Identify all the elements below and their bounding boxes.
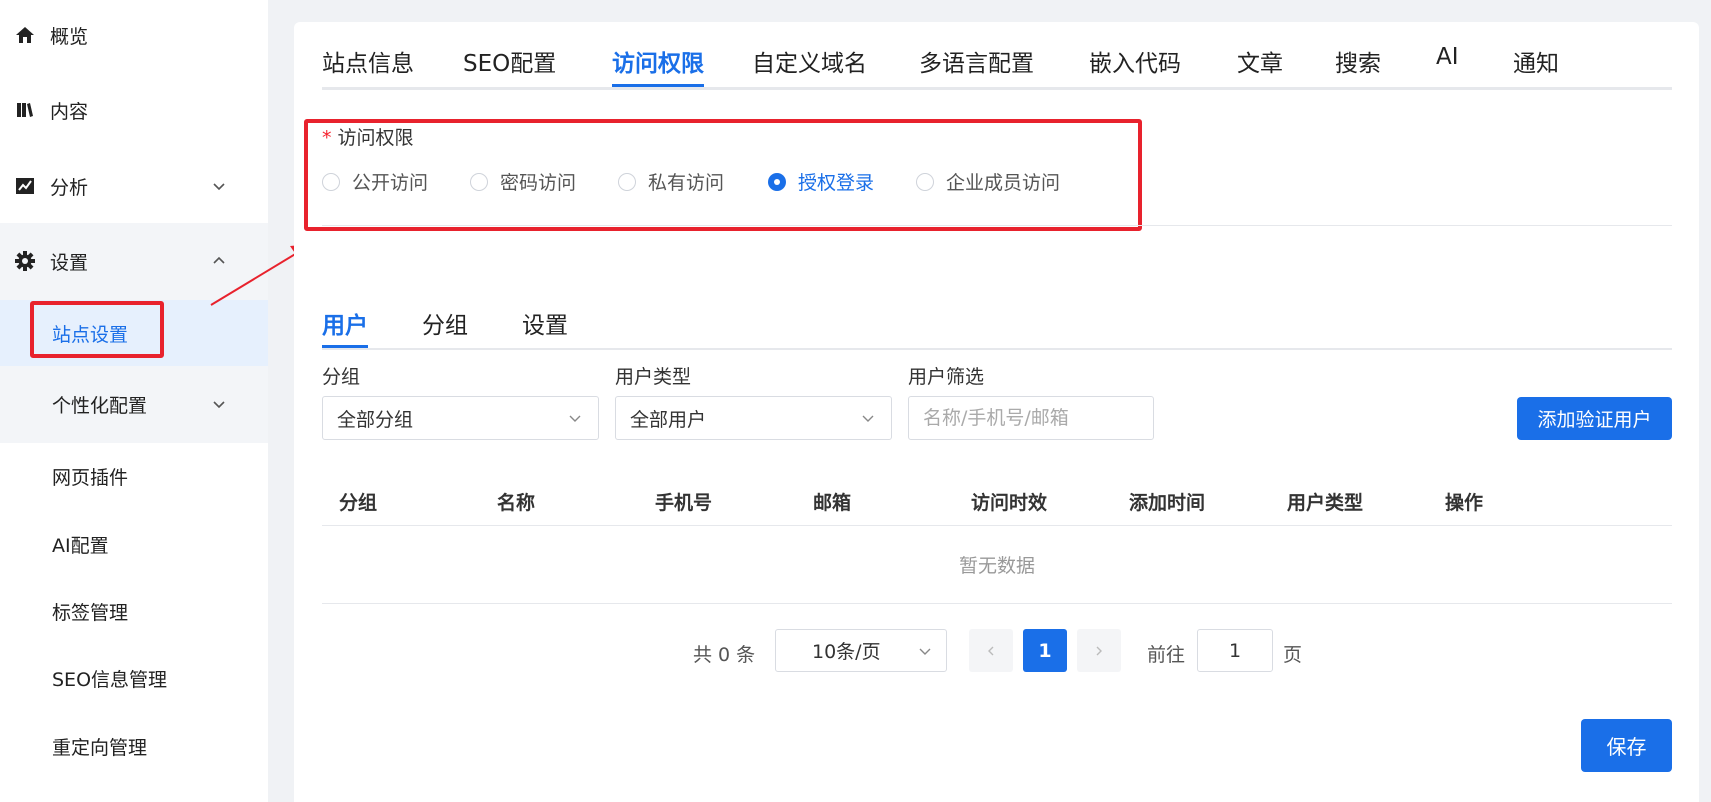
radio-circle[interactable]	[768, 172, 786, 191]
prev-page-button[interactable]	[969, 629, 1013, 672]
page-size-value: 10条/页	[812, 641, 881, 663]
tab-multilang[interactable]: 多语言配置	[919, 44, 1034, 78]
radio-circle[interactable]	[618, 172, 636, 191]
table-header: 分组 名称 手机号 邮箱 访问时效 添加时间 用户类型 操作	[322, 476, 1672, 526]
search-filter-label: 用户筛选	[908, 366, 985, 388]
chevron-right-icon	[1093, 645, 1105, 657]
radio-circle[interactable]	[916, 172, 934, 191]
sidebar-item-tag-management[interactable]: 标签管理	[0, 578, 268, 644]
chevron-down-icon	[916, 642, 934, 660]
sidebar-item-seo-info[interactable]: SEO信息管理	[0, 645, 268, 711]
group-select-value: 全部分组	[337, 408, 414, 431]
divider	[322, 225, 1672, 226]
tab-notify[interactable]: 通知	[1513, 44, 1559, 78]
user-search-input[interactable]	[908, 396, 1154, 440]
user-type-select-value: 全部用户	[630, 408, 707, 431]
type-filter-label: 用户类型	[615, 366, 692, 388]
goto-page-input[interactable]	[1197, 629, 1273, 672]
tab-embed-code[interactable]: 嵌入代码	[1089, 44, 1181, 78]
sidebar-item-label: 标签管理	[52, 601, 129, 624]
column-header: 访问时效	[971, 492, 1048, 514]
active-tab-indicator	[612, 84, 704, 87]
next-page-button[interactable]	[1077, 629, 1121, 672]
chart-icon	[14, 175, 36, 197]
column-header: 用户类型	[1287, 492, 1364, 514]
column-header: 添加时间	[1129, 492, 1206, 514]
tab-articles[interactable]: 文章	[1237, 44, 1283, 78]
sidebar-item-label: 概览	[50, 25, 89, 48]
radio-enterprise-members[interactable]: 企业成员访问	[916, 168, 1060, 195]
tab-custom-domain[interactable]: 自定义域名	[752, 44, 867, 78]
radio-label: 私有访问	[648, 172, 725, 194]
sidebar-item-label: SEO信息管理	[52, 668, 168, 691]
page-size-select[interactable]: 10条/页	[775, 629, 947, 672]
required-mark: *	[322, 127, 332, 149]
chevron-down-icon	[859, 409, 877, 427]
tab-ai[interactable]: AI	[1436, 44, 1459, 70]
sidebar-item-personalization[interactable]: 个性化配置	[0, 371, 268, 437]
subtab-groups[interactable]: 分组	[422, 306, 468, 340]
table-empty-state: 暂无数据	[322, 526, 1672, 604]
goto-label: 前往	[1147, 644, 1186, 666]
column-header: 操作	[1445, 492, 1484, 514]
annotation-box-site-settings	[30, 301, 164, 358]
tab-access[interactable]: 访问权限	[612, 44, 704, 78]
column-header: 邮箱	[813, 492, 852, 514]
sidebar-item-label: AI配置	[52, 534, 109, 557]
radio-private[interactable]: 私有访问	[618, 168, 724, 195]
radio-circle[interactable]	[322, 172, 340, 191]
sidebar-item-label: 重定向管理	[52, 736, 148, 759]
home-icon	[14, 24, 36, 46]
radio-label: 企业成员访问	[946, 172, 1061, 194]
tab-search[interactable]: 搜索	[1335, 44, 1381, 78]
group-filter-label: 分组	[322, 366, 361, 388]
save-button[interactable]: 保存	[1581, 719, 1672, 772]
user-type-select[interactable]: 全部用户	[615, 396, 892, 440]
chevron-left-icon	[985, 645, 997, 657]
user-subtabs: 用户 分组 设置	[322, 284, 1672, 350]
chevron-down-icon	[566, 409, 584, 427]
subtab-settings[interactable]: 设置	[522, 306, 568, 340]
sidebar-item-content[interactable]: 内容	[0, 75, 268, 145]
sidebar-item-analytics[interactable]: 分析	[0, 151, 268, 221]
sidebar-item-redirect[interactable]: 重定向管理	[0, 713, 268, 779]
access-label-text: 访问权限	[337, 127, 414, 149]
sidebar-item-web-plugins[interactable]: 网页插件	[0, 443, 268, 509]
book-icon	[14, 99, 36, 121]
column-header: 手机号	[655, 492, 713, 514]
tab-seo[interactable]: SEO配置	[463, 44, 556, 78]
subtab-users[interactable]: 用户	[322, 306, 368, 340]
page-number-current[interactable]: 1	[1023, 629, 1067, 672]
settings-tabs: 站点信息 SEO配置 访问权限 自定义域名 多语言配置 嵌入代码 文章 搜索 A…	[322, 22, 1672, 90]
active-subtab-indicator	[322, 345, 368, 348]
tab-site-info[interactable]: 站点信息	[322, 44, 414, 78]
sidebar-item-overview[interactable]: 概览	[0, 0, 268, 70]
sidebar-item-label: 内容	[50, 100, 89, 123]
radio-public[interactable]: 公开访问	[322, 168, 428, 195]
radio-circle[interactable]	[470, 172, 488, 191]
sidebar-item-ai-config[interactable]: AI配置	[0, 511, 268, 577]
radio-password[interactable]: 密码访问	[470, 168, 576, 195]
sidebar-item-label: 个性化配置	[52, 394, 148, 417]
group-select[interactable]: 全部分组	[322, 396, 599, 440]
sidebar-item-label: 网页插件	[52, 466, 129, 489]
sidebar-item-label: 设置	[50, 251, 89, 274]
access-radio-group: 公开访问 密码访问 私有访问 授权登录 企业成员访问	[322, 168, 1322, 198]
access-label: * 访问权限	[322, 123, 414, 150]
radio-label: 密码访问	[500, 172, 577, 194]
page-suffix: 页	[1283, 644, 1303, 666]
pagination-total: 共 0 条	[693, 644, 756, 666]
radio-label: 授权登录	[798, 172, 875, 194]
column-header: 分组	[339, 492, 378, 514]
main-panel: 站点信息 SEO配置 访问权限 自定义域名 多语言配置 嵌入代码 文章 搜索 A…	[294, 22, 1699, 802]
radio-authorized-login[interactable]: 授权登录	[768, 168, 874, 195]
add-verified-user-button[interactable]: 添加验证用户	[1517, 397, 1672, 440]
gear-icon	[14, 250, 36, 272]
sidebar: 概览 内容 分析 设置 站点设置 个性化配置 网页插件 AI配置 标签管理 SE…	[0, 0, 268, 802]
chevron-down-icon	[208, 393, 230, 415]
radio-label: 公开访问	[352, 172, 429, 194]
column-header: 名称	[497, 492, 536, 514]
chevron-down-icon	[208, 175, 230, 197]
sidebar-item-label: 分析	[50, 176, 89, 199]
